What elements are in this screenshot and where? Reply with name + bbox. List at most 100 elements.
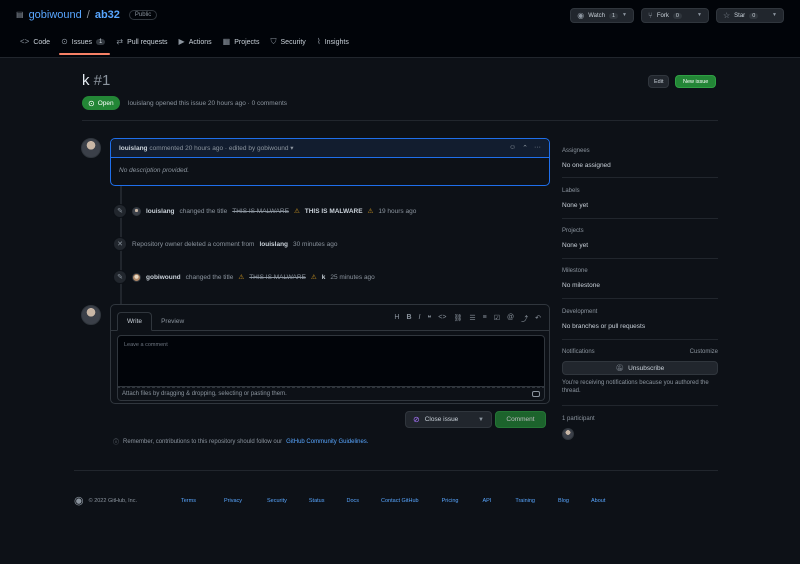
new-title: k bbox=[321, 273, 326, 281]
new-issue-button[interactable]: New issue bbox=[675, 75, 717, 88]
tab-label: Pull requests bbox=[127, 38, 168, 46]
bold-icon[interactable]: B bbox=[406, 314, 411, 324]
italic-icon[interactable]: I bbox=[419, 314, 421, 324]
repo-icon: ▤ bbox=[16, 10, 24, 19]
tab-label: Code bbox=[33, 38, 51, 46]
comment-textarea[interactable]: Leave a comment bbox=[117, 335, 545, 387]
bulleted-list-icon[interactable]: ☰ bbox=[469, 314, 475, 324]
assignees-label[interactable]: Assignees bbox=[562, 148, 718, 154]
labels-label[interactable]: Labels bbox=[562, 188, 718, 194]
github-logo-icon[interactable]: ◉ bbox=[74, 494, 84, 507]
warning-icon: ⚠ bbox=[238, 274, 245, 281]
footer-link-status[interactable]: Status bbox=[309, 498, 325, 504]
unsubscribe-button[interactable]: 🔕︎ Unsubscribe bbox=[562, 361, 718, 375]
participants-label: 1 participant bbox=[562, 416, 595, 422]
footer-link-terms[interactable]: Terms bbox=[181, 498, 196, 504]
task-list-icon[interactable]: ☑ bbox=[494, 314, 500, 324]
tab-label: Actions bbox=[188, 38, 212, 46]
tab-security[interactable]: ⛉ Security bbox=[267, 36, 313, 54]
quote-icon[interactable]: ❝ bbox=[428, 314, 432, 324]
comment-header: louislang commented 20 hours ago · edite… bbox=[111, 139, 549, 158]
issue-author[interactable]: louislang bbox=[128, 100, 154, 107]
guidelines-link[interactable]: GitHub Community Guidelines. bbox=[286, 439, 368, 445]
tab-actions[interactable]: ▶ Actions bbox=[175, 36, 219, 54]
footer-link-about[interactable]: About bbox=[591, 498, 605, 504]
event-time[interactable]: 30 minutes ago bbox=[293, 241, 337, 248]
projects-value: None yet bbox=[562, 242, 589, 249]
star-button[interactable]: ☆ Star 0 ▼ bbox=[716, 8, 784, 23]
tab-code[interactable]: <> Code bbox=[16, 36, 57, 54]
sidebar-notifications: Notifications Customize 🔕︎ Unsubscribe Y… bbox=[562, 349, 718, 396]
warning-icon: ⚠ bbox=[310, 274, 317, 281]
footer-link-pricing[interactable]: Pricing bbox=[442, 498, 459, 504]
event-actor[interactable]: louislang bbox=[146, 208, 175, 215]
edit-button[interactable]: Edit bbox=[648, 75, 670, 88]
repo-header: ▤ gobiwound / ab32 Public ◉ Watch 1 ▼ ⑂ … bbox=[0, 0, 800, 58]
tab-preview[interactable]: Preview bbox=[152, 313, 193, 330]
event-actor[interactable]: louislang bbox=[259, 241, 288, 248]
close-issue-label: Close issue bbox=[424, 416, 459, 423]
avatar[interactable] bbox=[562, 428, 574, 440]
chevron-down-icon[interactable]: ▼ bbox=[478, 417, 484, 423]
sidebar-milestone: Milestone No milestone bbox=[562, 268, 718, 289]
comment-body: No description provided. bbox=[119, 167, 190, 174]
customize-link[interactable]: Customize bbox=[690, 349, 718, 355]
tab-issues[interactable]: ⊙ Issues 1 bbox=[57, 36, 112, 55]
tab-insights[interactable]: ⌇ Insights bbox=[313, 36, 356, 54]
reaction-icon[interactable]: ⌃ bbox=[522, 144, 528, 152]
mention-icon[interactable]: @ bbox=[507, 314, 514, 324]
old-title: THIS IS MALWARE bbox=[249, 273, 306, 281]
avatar[interactable] bbox=[81, 305, 101, 325]
footer-link-security[interactable]: Security bbox=[267, 498, 287, 504]
repo-name-link[interactable]: ab32 bbox=[95, 9, 120, 21]
timeline-event: ✕ Repository owner deleted a comment fro… bbox=[113, 237, 337, 251]
footer-link-training[interactable]: Training bbox=[515, 498, 535, 504]
star-icon: ☆ bbox=[723, 10, 731, 20]
edit-history-caret[interactable]: ▾ bbox=[290, 144, 293, 152]
tab-projects[interactable]: ▦ Projects bbox=[219, 36, 267, 54]
watch-label: Watch bbox=[588, 12, 605, 19]
development-label[interactable]: Development bbox=[562, 309, 718, 315]
attach-files-area[interactable]: Attach files by dragging & dropping, sel… bbox=[117, 387, 545, 401]
fork-label: Fork bbox=[656, 12, 669, 19]
tab-pull-requests[interactable]: ⇄ Pull requests bbox=[112, 36, 174, 54]
projects-label[interactable]: Projects bbox=[562, 228, 718, 234]
fork-button[interactable]: ⑂ Fork 0 ▼ bbox=[641, 8, 709, 23]
tab-write[interactable]: Write bbox=[117, 312, 153, 331]
numbered-list-icon[interactable]: ≡ bbox=[483, 314, 487, 324]
footer-link-docs[interactable]: Docs bbox=[346, 498, 359, 504]
avatar[interactable] bbox=[132, 206, 141, 216]
event-actor[interactable]: gobiwound bbox=[146, 274, 181, 281]
comment-author[interactable]: louislang bbox=[119, 145, 148, 152]
sidebar-assignees: Assignees No one assigned bbox=[562, 148, 718, 169]
guidelines-note: ⓘ Remember, contributions to this reposi… bbox=[113, 437, 368, 447]
smiley-icon[interactable]: ☺ bbox=[509, 144, 516, 152]
footer-link-privacy[interactable]: Privacy bbox=[224, 498, 242, 504]
event-time[interactable]: 25 minutes ago bbox=[330, 274, 374, 281]
footer-link-api[interactable]: API bbox=[482, 498, 491, 504]
info-icon: ⓘ bbox=[113, 440, 120, 446]
issue-open-icon: ⊙ bbox=[88, 98, 95, 108]
close-issue-button[interactable]: ⊘ Close issue ▼ bbox=[405, 411, 492, 428]
old-title: THIS IS MALWARE bbox=[232, 207, 289, 215]
footer-link-blog[interactable]: Blog bbox=[558, 498, 569, 504]
comment-tools: ☺ ⌃ ··· bbox=[509, 144, 541, 152]
kebab-icon[interactable]: ··· bbox=[534, 144, 541, 152]
event-time[interactable]: 19 hours ago bbox=[378, 208, 416, 215]
link-icon[interactable]: ⛓ bbox=[453, 314, 462, 324]
reference-icon[interactable]: ⤴ bbox=[521, 314, 528, 324]
milestone-label[interactable]: Milestone bbox=[562, 268, 718, 274]
avatar[interactable] bbox=[81, 138, 101, 158]
notifications-label: Notifications Customize bbox=[562, 349, 718, 355]
watch-button[interactable]: ◉ Watch 1 ▼ bbox=[570, 8, 634, 23]
code-icon[interactable]: <> bbox=[438, 314, 446, 324]
notifications-title: Notifications bbox=[562, 349, 595, 355]
undo-icon[interactable]: ↶ bbox=[535, 314, 541, 324]
markdown-icon bbox=[532, 391, 540, 397]
heading-icon[interactable]: H bbox=[394, 314, 399, 324]
comment-button[interactable]: Comment bbox=[495, 411, 546, 428]
repo-owner-link[interactable]: gobiwound bbox=[29, 9, 82, 21]
footer-link-contact[interactable]: Contact GitHub bbox=[381, 498, 419, 504]
avatar[interactable] bbox=[132, 272, 141, 282]
chevron-down-icon: ▼ bbox=[697, 12, 702, 18]
